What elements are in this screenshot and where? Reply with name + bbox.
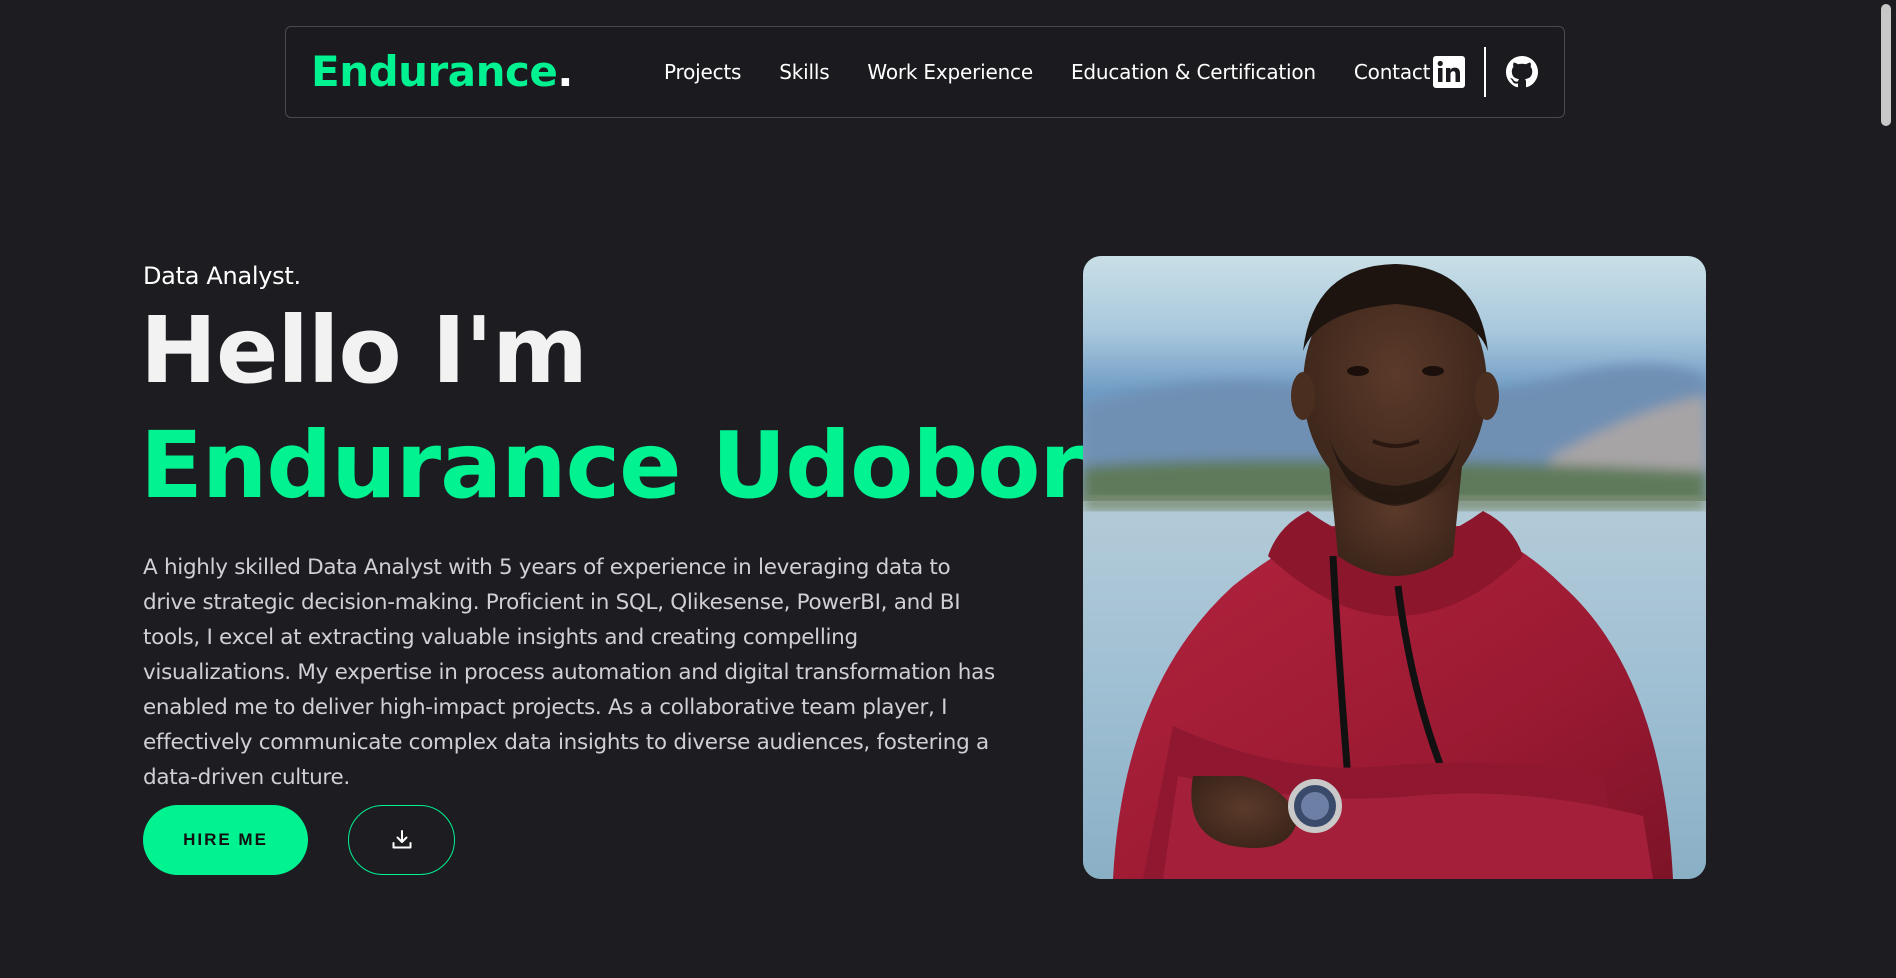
hero-kicker: Data Analyst.	[143, 262, 301, 290]
page: Endurance. Projects Skills Work Experien…	[0, 0, 1896, 978]
scrollbar-thumb[interactable]	[1881, 4, 1891, 126]
linkedin-link[interactable]	[1433, 56, 1465, 88]
download-icon	[392, 830, 411, 849]
nav-link-education[interactable]: Education & Certification	[1071, 60, 1316, 84]
brand-logo[interactable]: Endurance.	[311, 47, 573, 96]
profile-photo	[1083, 256, 1706, 879]
github-icon	[1506, 56, 1538, 88]
hero-greeting: Hello I'm	[140, 297, 588, 404]
brand-dot: .	[557, 47, 573, 96]
download-cv-button[interactable]	[348, 805, 455, 875]
hero-name: Endurance Udobor	[140, 412, 1085, 519]
github-link[interactable]	[1506, 56, 1538, 88]
social-divider	[1484, 47, 1486, 97]
nav-link-work-experience[interactable]: Work Experience	[867, 60, 1033, 84]
brand-name: Endurance	[311, 47, 558, 96]
hire-me-button[interactable]: HIRE ME	[143, 805, 308, 875]
scrollbar[interactable]	[1876, 0, 1896, 978]
nav-link-projects[interactable]: Projects	[664, 60, 741, 84]
hero-bio: A highly skilled Data Analyst with 5 yea…	[143, 555, 995, 790]
social-links	[1433, 45, 1538, 99]
nav-links: Projects Skills Work Experience Educatio…	[664, 27, 1431, 117]
linkedin-icon	[1433, 56, 1465, 88]
nav-link-contact[interactable]: Contact	[1354, 60, 1431, 84]
navbar: Endurance. Projects Skills Work Experien…	[285, 26, 1565, 118]
nav-link-skills[interactable]: Skills	[779, 60, 829, 84]
